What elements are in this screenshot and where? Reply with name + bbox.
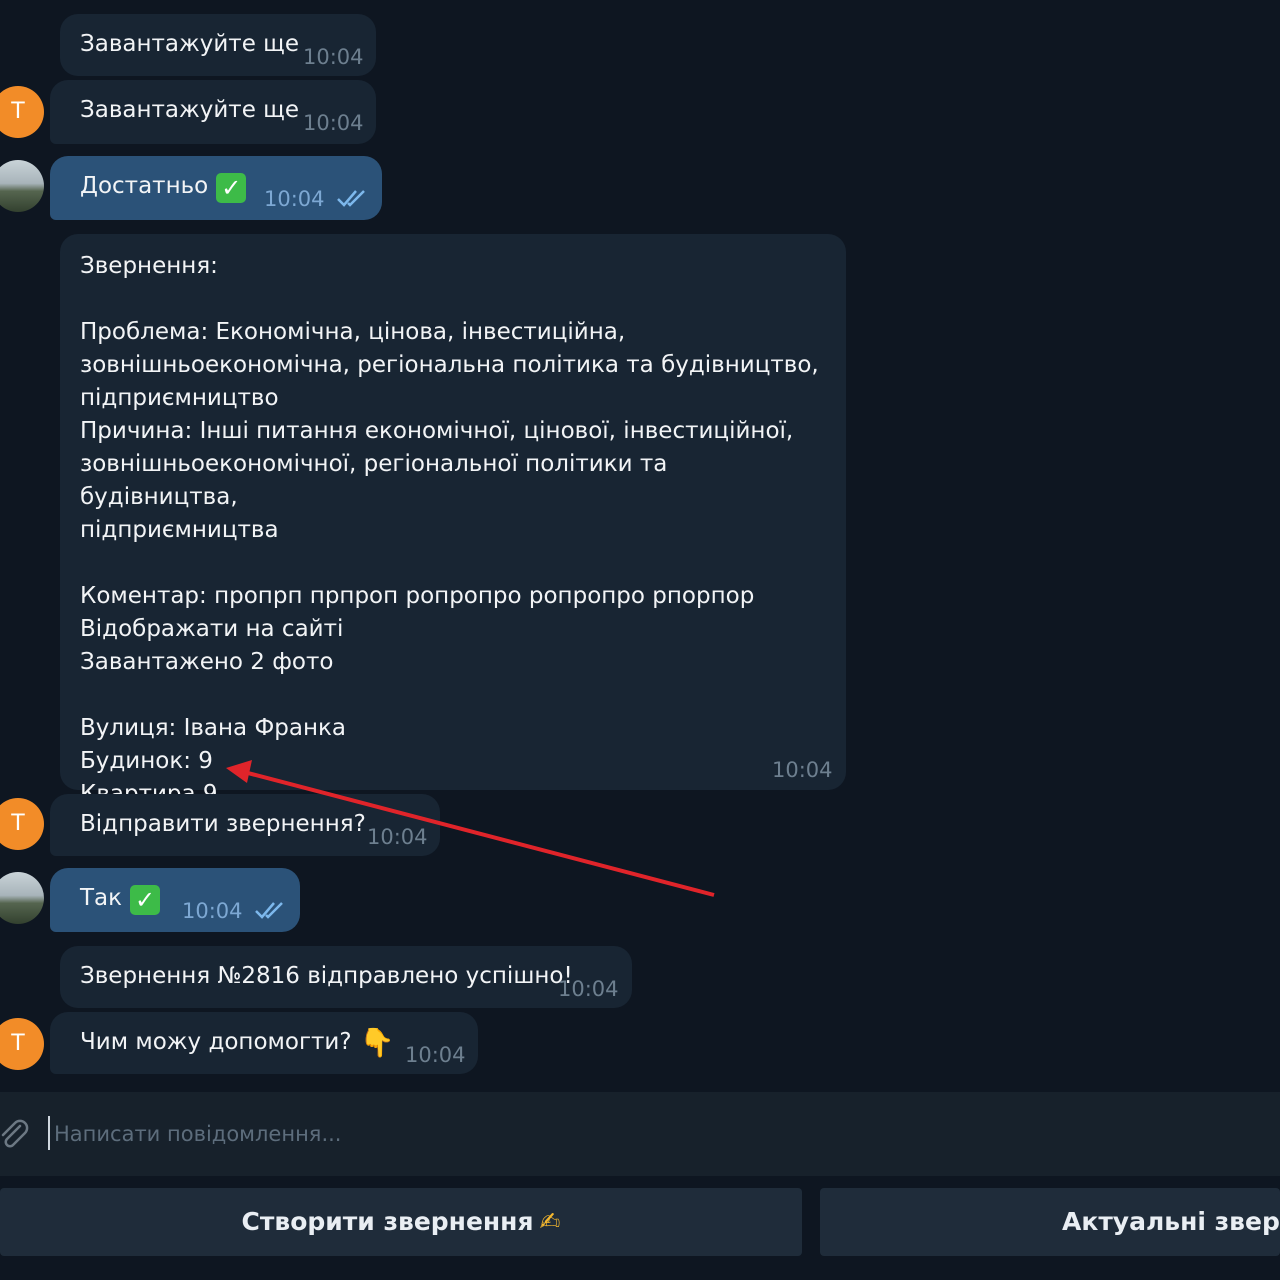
bot-avatar[interactable]: Т <box>0 1018 44 1070</box>
message-time: 10:04 <box>303 45 364 69</box>
message-time: 10:04 <box>182 899 243 923</box>
message-bubble-outgoing[interactable]: Достатньо ✓ 10:04 <box>50 156 382 220</box>
check-mark-emoji: ✓ <box>216 173 247 203</box>
bot-avatar[interactable]: Т <box>0 86 44 138</box>
message-bubble[interactable]: Чим можу допомогти? 👇 10:04 <box>50 1012 478 1074</box>
current-appeals-button[interactable]: Актуальні звер <box>820 1188 1280 1256</box>
composer-bar <box>0 1092 1280 1176</box>
bot-keyboard: Створити звернення ✍ Актуальні звер <box>0 1176 1280 1280</box>
message-bubble[interactable]: Завантажуйте ще 10:04 <box>60 14 376 76</box>
paperclip-icon[interactable] <box>0 1114 34 1154</box>
text-caret <box>48 1116 50 1150</box>
message-text: Звернення: Проблема: Економічна, цінова,… <box>80 253 819 807</box>
chat-history: Завантажуйте ще 10:04 Т Завантажуйте ще … <box>0 0 1280 1092</box>
message-time: 10:04 <box>264 187 325 211</box>
message-time: 10:04 <box>772 758 833 782</box>
double-check-icon <box>255 902 283 919</box>
writing-hand-emoji: ✍ <box>539 1207 561 1236</box>
message-bubble[interactable]: Відправити звернення? 10:04 <box>50 794 440 856</box>
message-input[interactable] <box>54 1114 1054 1154</box>
message-text: Так ✓ <box>70 882 280 915</box>
message-time: 10:04 <box>303 111 364 135</box>
message-text: Звернення №2816 відправлено успішно! <box>80 963 573 989</box>
message-text: Чим можу допомогти? 👇 <box>80 1026 395 1059</box>
message-time: 10:04 <box>405 1043 466 1067</box>
bot-avatar[interactable]: Т <box>0 798 44 850</box>
message-bubble-outgoing[interactable]: Так ✓ 10:04 <box>50 868 300 932</box>
message-time: 10:04 <box>558 977 619 1001</box>
message-time: 10:04 <box>367 825 428 849</box>
button-label: Актуальні звер <box>1062 1207 1280 1236</box>
check-mark-emoji: ✓ <box>130 885 161 915</box>
user-avatar[interactable] <box>0 160 44 212</box>
message-bubble[interactable]: Звернення №2816 відправлено успішно! 10:… <box>60 946 632 1008</box>
complaint-summary-bubble[interactable]: Звернення: Проблема: Економічна, цінова,… <box>60 234 846 807</box>
button-label: Створити звернення <box>241 1207 534 1236</box>
user-avatar[interactable] <box>0 872 44 924</box>
message-bubble[interactable]: Завантажуйте ще 10:04 <box>50 80 376 144</box>
double-check-icon <box>337 190 365 207</box>
create-appeal-button[interactable]: Створити звернення ✍ <box>0 1188 802 1256</box>
pointing-down-emoji: 👇 <box>359 1026 395 1059</box>
